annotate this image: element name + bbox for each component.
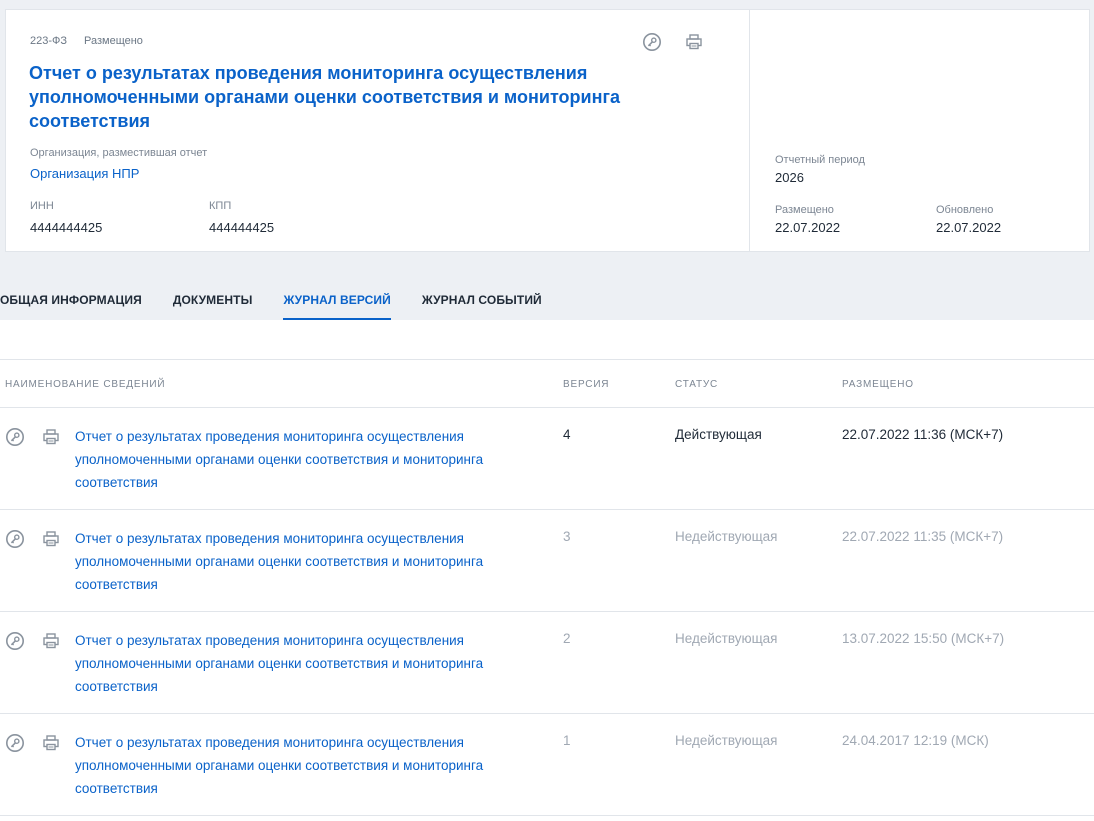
header-area: 223-ФЗ Размещено Отчет о результатах про…: [0, 0, 1094, 320]
row-actions: [5, 631, 61, 651]
table-row: Отчет о результатах проведения мониторин…: [0, 612, 1094, 714]
row-actions: [5, 427, 61, 447]
tab-bar: ОБЩАЯ ИНФОРМАЦИЯ ДОКУМЕНТЫ ЖУРНАЛ ВЕРСИЙ…: [0, 282, 573, 320]
row-version: 3: [563, 529, 571, 544]
tab-version-log[interactable]: ЖУРНАЛ ВЕРСИЙ: [283, 282, 392, 320]
row-placed-date: 22.07.2022 11:36 (МСК+7): [842, 427, 1004, 442]
row-version: 4: [563, 427, 571, 442]
report-title: Отчет о результатах проведения мониторин…: [29, 63, 620, 131]
row-status: Недействующая: [675, 733, 778, 748]
table-row: Отчет о результатах проведения мониторин…: [0, 510, 1094, 612]
printer-icon[interactable]: [684, 32, 704, 52]
row-status: Недействующая: [675, 631, 778, 646]
kpp-value: 444444425: [209, 220, 275, 235]
key-icon[interactable]: [642, 32, 662, 52]
key-icon[interactable]: [5, 733, 25, 753]
table-row: Отчет о результатах проведения мониторин…: [0, 714, 1094, 816]
row-actions: [5, 733, 61, 753]
column-header-name: НАИМЕНОВАНИЕ СВЕДЕНИЙ: [5, 379, 166, 390]
org-link[interactable]: Организация НПР: [30, 166, 139, 181]
report-card-main: 223-ФЗ Размещено Отчет о результатах про…: [6, 10, 749, 251]
printer-icon[interactable]: [41, 427, 61, 447]
tab-documents[interactable]: ДОКУМЕНТЫ: [173, 282, 253, 320]
updated-value: 22.07.2022: [936, 220, 1002, 235]
row-name-link[interactable]: Отчет о результатах проведения мониторин…: [75, 731, 525, 800]
row-status: Недействующая: [675, 529, 778, 544]
updated-label: Обновлено: [936, 204, 994, 216]
key-icon[interactable]: [5, 631, 25, 651]
law-tag: 223-ФЗ: [30, 35, 68, 47]
period-label: Отчетный период: [775, 154, 865, 166]
tab-general-info[interactable]: ОБЩАЯ ИНФОРМАЦИЯ: [0, 282, 142, 320]
placed-label: Размещено: [775, 204, 834, 216]
row-status: Действующая: [675, 427, 762, 442]
period-value: 2026: [775, 170, 804, 185]
row-actions: [5, 529, 61, 549]
tab-event-log[interactable]: ЖУРНАЛ СОБЫТИЙ: [422, 282, 542, 320]
org-label: Организация, разместившая отчет: [30, 147, 208, 159]
header-actions: [642, 32, 704, 52]
report-card-side: Отчетный период 2026 Размещено 22.07.202…: [749, 10, 1089, 251]
key-icon[interactable]: [5, 427, 25, 447]
row-version: 1: [563, 733, 571, 748]
row-placed-date: 24.04.2017 12:19 (МСК): [842, 733, 989, 748]
row-name-link[interactable]: Отчет о результатах проведения мониторин…: [75, 527, 525, 596]
column-header-version: ВЕРСИЯ: [563, 379, 610, 390]
table-row: Отчет о результатах проведения мониторин…: [0, 408, 1094, 510]
column-header-placed: РАЗМЕЩЕНО: [842, 379, 914, 390]
row-placed-date: 13.07.2022 15:50 (МСК+7): [842, 631, 1005, 646]
column-header-status: СТАТУС: [675, 379, 719, 390]
status-tag: Размещено: [84, 35, 143, 47]
inn-label: ИНН: [30, 200, 54, 212]
row-version: 2: [563, 631, 571, 646]
row-name-link[interactable]: Отчет о результатах проведения мониторин…: [75, 425, 525, 494]
versions-table: НАИМЕНОВАНИЕ СВЕДЕНИЙ ВЕРСИЯ СТАТУС РАЗМ…: [0, 359, 1094, 816]
printer-icon[interactable]: [41, 529, 61, 549]
kpp-label: КПП: [209, 200, 232, 212]
key-icon[interactable]: [5, 529, 25, 549]
report-card: 223-ФЗ Размещено Отчет о результатах про…: [5, 9, 1090, 252]
inn-value: 4444444425: [30, 220, 103, 235]
row-placed-date: 22.07.2022 11:35 (МСК+7): [842, 529, 1004, 544]
table-header: НАИМЕНОВАНИЕ СВЕДЕНИЙ ВЕРСИЯ СТАТУС РАЗМ…: [0, 360, 1094, 408]
placed-value: 22.07.2022: [775, 220, 841, 235]
row-name-link[interactable]: Отчет о результатах проведения мониторин…: [75, 629, 525, 698]
printer-icon[interactable]: [41, 631, 61, 651]
printer-icon[interactable]: [41, 733, 61, 753]
